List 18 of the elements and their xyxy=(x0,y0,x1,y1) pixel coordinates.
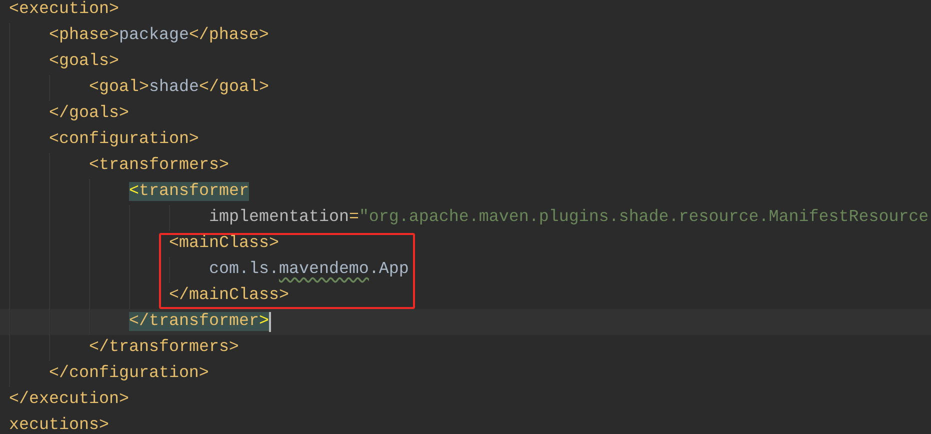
text-cursor xyxy=(268,312,271,332)
code-line: </transformer> xyxy=(129,311,269,333)
code-line: <configuration> xyxy=(49,129,199,151)
code-line: </mainClass> xyxy=(169,285,289,307)
code-line: <mainClass> xyxy=(169,233,279,255)
code-line: <phase>package</phase> xyxy=(49,25,269,47)
code-line: <execution> xyxy=(9,0,119,21)
code-line: <transformer xyxy=(129,181,249,203)
code-line: <goals> xyxy=(49,51,119,73)
code-line: </goals> xyxy=(49,103,129,125)
code-line: xecutions> xyxy=(9,415,109,434)
code-line: <transformers> xyxy=(89,155,229,177)
code-line: </configuration> xyxy=(49,363,209,385)
code-line: implementation="org.apache.maven.plugins.shade.resource.ManifestResource xyxy=(209,207,929,229)
code-line: <goal>shade</goal> xyxy=(89,77,269,99)
code-line: </transformers> xyxy=(89,337,239,359)
code-line: com.ls.mavendemo.App xyxy=(209,259,409,281)
code-line: </execution> xyxy=(9,389,129,411)
